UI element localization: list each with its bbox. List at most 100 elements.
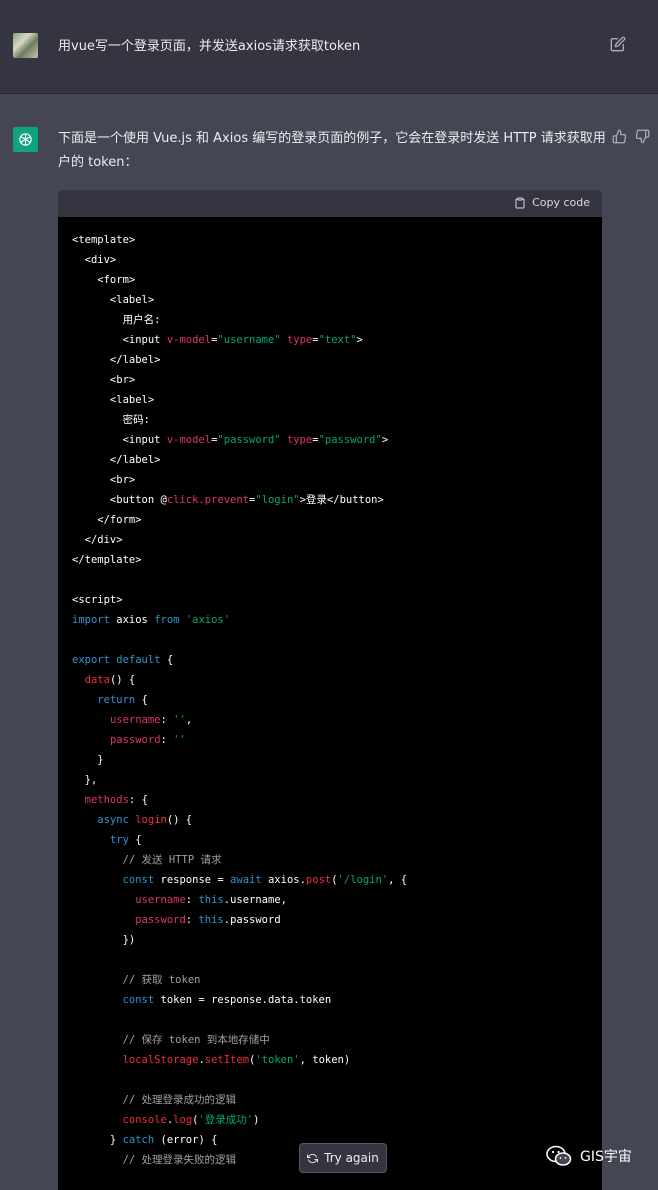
code-block: Copy code <template> <div> <form> <label… (58, 190, 602, 1190)
code-line: <label> (72, 390, 602, 410)
code-line: import axios from 'axios' (72, 610, 602, 630)
code-token: </div> (72, 534, 123, 546)
code-line: password: '' (72, 730, 602, 750)
watermark: GIS宇宙 (546, 1145, 632, 1167)
code-token: const (122, 994, 155, 1006)
refresh-icon (307, 1153, 319, 1163)
code-token: () { (166, 814, 193, 826)
code-line: data() { (72, 670, 602, 690)
code-token: "text" (318, 334, 357, 346)
user-message-row: 用vue写一个登录页面，并发送axios请求获取token (0, 0, 658, 94)
code-token: : { (128, 794, 148, 806)
code-token: : (185, 914, 199, 926)
code-token: password (135, 914, 186, 926)
code-token: this (198, 914, 224, 926)
code-line: <button @click.prevent="login">登录</butto… (72, 490, 602, 510)
code-token: this (198, 894, 224, 906)
try-again-label: Try again (324, 1151, 379, 1165)
code-token: // 发送 HTTP 请求 (122, 854, 222, 866)
code-token: </label> (72, 354, 161, 366)
code-line: username: this.username, (72, 890, 602, 910)
code-token: <div> (72, 254, 117, 266)
code-token: username (109, 714, 161, 726)
code-token: login (135, 814, 167, 826)
code-token: const (122, 874, 155, 886)
edit-icon[interactable] (610, 36, 626, 52)
code-line: <br> (72, 370, 602, 390)
code-token: post (305, 874, 332, 886)
code-line: try { (72, 830, 602, 850)
code-line: export default { (72, 650, 602, 670)
code-token: // 处理登录失败的逻辑 (122, 1154, 237, 1166)
code-token: <label> (72, 394, 155, 406)
openai-logo-icon (19, 133, 32, 146)
code-token: export (72, 654, 110, 666)
code-token: try (109, 834, 129, 846)
code-token: "password" (318, 434, 382, 446)
assistant-avatar (13, 127, 38, 152)
code-token: <input (72, 334, 167, 346)
code-token: : (160, 734, 174, 746)
code-token: <button @ (72, 494, 167, 506)
clipboard-icon (515, 197, 525, 208)
code-line: <br> (72, 470, 602, 490)
code-line: localStorage.setItem('token', token) (72, 1050, 602, 1070)
code-token: }) (72, 934, 136, 946)
user-message-text: 用vue写一个登录页面，并发送axios请求获取token (58, 39, 361, 54)
code-token: </label> (72, 454, 161, 466)
code-line: <script> (72, 590, 602, 610)
code-line: </template> (72, 550, 602, 570)
code-token: catch (122, 1134, 155, 1146)
code-line: // 处理登录成功的逻辑 (72, 1090, 602, 1110)
code-line: }, (72, 770, 602, 790)
thumbs-down-icon[interactable] (635, 129, 650, 144)
code-token: 'token' (255, 1054, 300, 1066)
code-line: <div> (72, 250, 602, 270)
code-line: </div> (72, 530, 602, 550)
code-token: password (109, 734, 161, 746)
code-token: data (84, 674, 110, 686)
code-token: setItem (204, 1054, 250, 1066)
code-line: </form> (72, 510, 602, 530)
code-token: } (72, 754, 104, 766)
copy-code-button[interactable]: Copy code (514, 196, 590, 209)
code-token: return (97, 694, 136, 706)
code-token: from (154, 614, 180, 626)
code-token: <br> (72, 374, 136, 386)
thumbs-up-icon[interactable] (612, 129, 627, 144)
code-token: </form> (72, 514, 142, 526)
code-token: v-model (166, 434, 212, 446)
user-avatar (13, 33, 38, 58)
code-token: response = (154, 874, 231, 886)
wechat-logo-icon (546, 1145, 572, 1166)
code-token: </template> (72, 554, 142, 566)
code-token: { (160, 654, 174, 666)
code-line: } (72, 750, 602, 770)
code-token: log (173, 1114, 193, 1126)
assistant-intro-text: 下面是一个使用 Vue.js 和 Axios 编写的登录页面的例子，它会在登录时… (58, 131, 606, 170)
code-token: (error) { (154, 1134, 218, 1146)
code-token: : (185, 894, 199, 906)
code-line: <input v-model="password" type="password… (72, 430, 602, 450)
code-line: methods: { (72, 790, 602, 810)
watermark-text: GIS宇宙 (580, 1149, 632, 1165)
code-token: 用户名: (72, 314, 161, 326)
code-line: // 发送 HTTP 请求 (72, 850, 602, 870)
code-token: <script> (72, 594, 123, 606)
try-again-button[interactable]: Try again (299, 1143, 387, 1173)
code-block-header: Copy code (58, 190, 602, 217)
code-token: <input (72, 434, 167, 446)
code-line: password: this.password (72, 910, 602, 930)
code-token: }, (72, 774, 98, 786)
